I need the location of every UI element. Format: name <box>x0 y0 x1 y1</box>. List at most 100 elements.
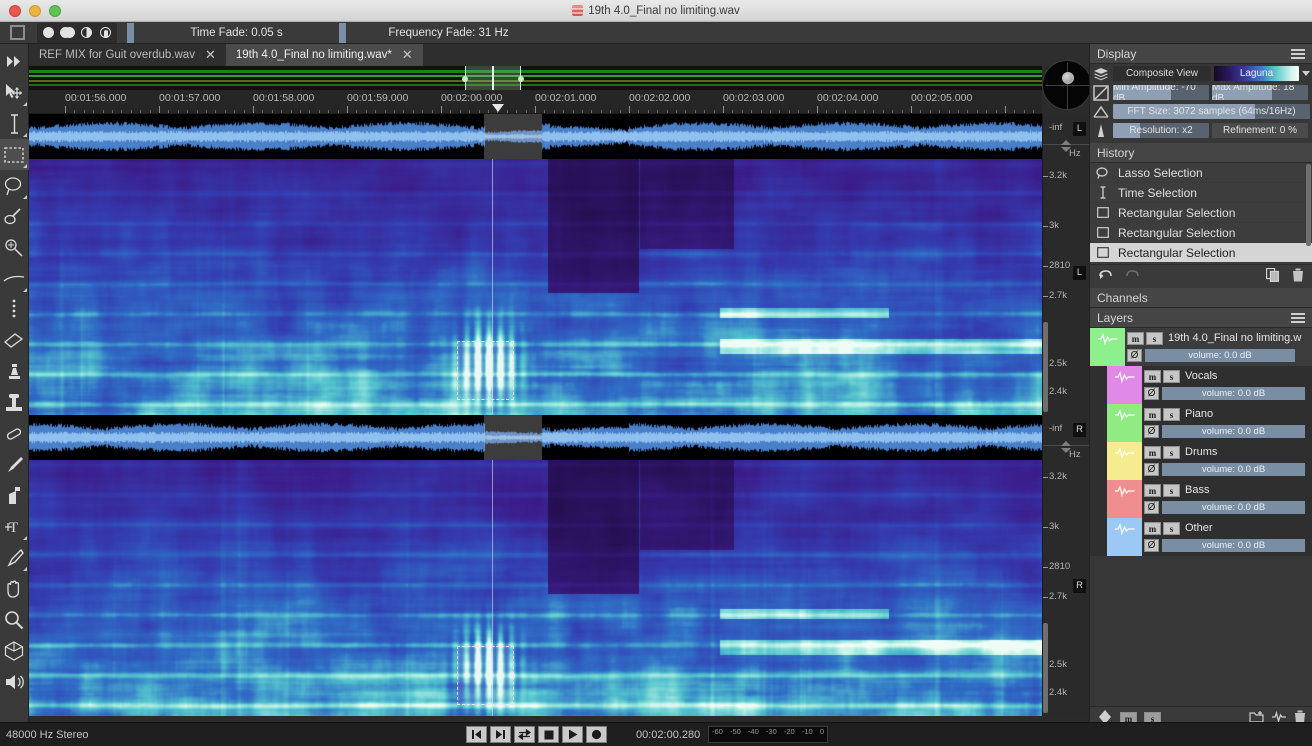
resolution-slider[interactable]: Resolution: x2 <box>1113 123 1209 138</box>
layer-mute-button[interactable]: m <box>1144 484 1161 497</box>
skip-start-icon[interactable] <box>466 726 487 743</box>
display-panel-header[interactable]: Display <box>1090 44 1312 64</box>
tab-19th-final[interactable]: 19th 4.0_Final no limiting.wav* ✕ <box>225 44 423 66</box>
layer-volume-slider[interactable]: volume: 0.0 dB <box>1162 539 1305 552</box>
layers-panel-header[interactable]: Layers <box>1090 308 1312 328</box>
layer-solo-button[interactable]: s <box>1163 522 1180 535</box>
time-selection-tool[interactable] <box>0 108 29 139</box>
layer-phase-button[interactable]: Ø <box>1144 463 1159 476</box>
spectrogram-area[interactable] <box>29 114 1042 716</box>
text-tool[interactable]: T <box>0 511 29 542</box>
overview-handle-left[interactable] <box>462 76 468 82</box>
play-icon[interactable] <box>562 726 583 743</box>
history-panel-header[interactable]: History <box>1090 143 1312 163</box>
transport-controls[interactable] <box>466 726 607 743</box>
spray-tool[interactable] <box>0 480 29 511</box>
tool-expand-corner[interactable] <box>22 133 27 137</box>
layer-color-swatch[interactable] <box>1107 404 1142 442</box>
overview-viewport-indicator[interactable] <box>465 66 521 90</box>
spectrogram-right-channel[interactable] <box>29 460 1042 716</box>
time-fade-slider-handle[interactable] <box>127 22 134 43</box>
eraser-tool[interactable] <box>0 325 29 356</box>
history-item-lasso[interactable]: Lasso Selection <box>1090 163 1312 183</box>
layer-row[interactable]: m s Other Øvolume: 0.0 dB <box>1090 518 1312 556</box>
time-fade-field[interactable]: Time Fade: 0.05 s <box>134 22 339 44</box>
frequency-scrollbar[interactable] <box>1043 322 1048 412</box>
layer-color-swatch[interactable] <box>1107 366 1142 404</box>
history-item-time-selection[interactable]: Time Selection <box>1090 183 1312 203</box>
layers-list[interactable]: m s 19th 4.0_Final no limiting.w Øvolume: 0… <box>1090 328 1312 556</box>
delete-icon[interactable] <box>1292 268 1304 285</box>
overview-handle-right[interactable] <box>518 76 524 82</box>
view-mode-row[interactable]: Composite View Laguna <box>1090 64 1312 83</box>
layer-mute-button[interactable]: m <box>1144 446 1161 459</box>
frequency-fade-slider-handle[interactable] <box>339 22 346 43</box>
tab-close-icon[interactable]: ✕ <box>402 47 413 63</box>
layer-color-swatch[interactable] <box>1107 480 1142 518</box>
layer-phase-button[interactable]: Ø <box>1144 425 1159 438</box>
document-tab-strip[interactable]: REF MIX for Guit overdub.wav ✕ 19th 4.0_… <box>29 44 1089 66</box>
layer-row[interactable]: m s Drums Øvolume: 0.0 dB <box>1090 442 1312 480</box>
harmonics-tool[interactable] <box>0 263 29 294</box>
layer-solo-button[interactable]: s <box>1163 484 1180 497</box>
3d-view-tool[interactable] <box>0 635 29 666</box>
layer-phase-button[interactable]: Ø <box>1144 539 1159 552</box>
history-scrollbar[interactable] <box>1306 164 1311 246</box>
layer-color-swatch[interactable] <box>1107 442 1142 480</box>
tool-expand-corner[interactable] <box>22 288 27 292</box>
fast-forward-tool[interactable] <box>0 46 29 77</box>
frequency-selection-tool[interactable] <box>0 232 29 263</box>
layer-mute-button[interactable]: m <box>1144 370 1161 383</box>
layers-menu-icon[interactable] <box>1291 312 1305 323</box>
selection-shape-icon[interactable] <box>10 25 25 40</box>
layer-color-swatch[interactable] <box>1090 328 1125 366</box>
tab-close-icon[interactable]: ✕ <box>205 47 216 63</box>
layer-color-swatch[interactable] <box>1107 518 1142 556</box>
history-toolbar[interactable] <box>1090 264 1312 288</box>
stamp-tool[interactable] <box>0 387 29 418</box>
resolution-row[interactable]: Resolution: x2 Refinement: 0 % <box>1090 121 1312 140</box>
layer-phase-button[interactable]: Ø <box>1144 501 1159 514</box>
frequency-scrollbar[interactable] <box>1043 623 1048 713</box>
display-menu-icon[interactable] <box>1291 48 1305 59</box>
zoom-tool[interactable] <box>0 604 29 635</box>
tool-expand-corner[interactable] <box>22 164 27 168</box>
healing-tool[interactable] <box>0 418 29 449</box>
overview-strip[interactable] <box>29 66 1042 90</box>
amplitude-row[interactable]: Min Amplitude: -70 dB Max Amplitude: 18 … <box>1090 83 1312 102</box>
magic-wand-tool[interactable] <box>0 201 29 232</box>
loop-icon[interactable] <box>514 726 535 743</box>
history-item-rect-1[interactable]: Rectangular Selection <box>1090 203 1312 223</box>
brush-half-icon[interactable] <box>78 25 95 41</box>
layer-volume-slider[interactable]: volume: 0.0 dB <box>1162 463 1305 476</box>
frequency-axis-left[interactable]: -inf L Hz 3.2k 3k 2810 L 2.7k 2.5k 2.4k <box>1042 114 1090 415</box>
undo-icon[interactable] <box>1098 269 1113 285</box>
brush-mode-group[interactable] <box>37 22 117 43</box>
waveform-left-channel[interactable] <box>29 114 1042 159</box>
hand-tool[interactable] <box>0 573 29 604</box>
tool-rail[interactable]: T <box>0 44 29 730</box>
clone-stamp-tool[interactable] <box>0 356 29 387</box>
min-amplitude-slider[interactable]: Min Amplitude: -70 dB <box>1113 85 1209 100</box>
brush-soft-icon[interactable] <box>40 25 57 41</box>
tool-expand-corner[interactable] <box>22 102 27 106</box>
stop-icon[interactable] <box>538 726 559 743</box>
brush-split-icon[interactable] <box>97 25 114 41</box>
history-list[interactable]: Lasso Selection Time Selection Rectangul… <box>1090 163 1312 264</box>
skip-end-icon[interactable] <box>490 726 511 743</box>
layer-row[interactable]: m s Bass Øvolume: 0.0 dB <box>1090 480 1312 518</box>
duplicate-icon[interactable] <box>1266 268 1280 285</box>
layer-volume-slider[interactable]: volume: 0.0 dB <box>1145 349 1295 362</box>
layer-phase-button[interactable]: Ø <box>1144 387 1159 400</box>
layer-row[interactable]: m s 19th 4.0_Final no limiting.w Øvolume: 0… <box>1090 328 1312 366</box>
record-icon[interactable] <box>586 726 607 743</box>
tool-expand-corner[interactable] <box>22 195 27 199</box>
layer-volume-slider[interactable]: volume: 0.0 dB <box>1162 387 1305 400</box>
tool-expand-corner[interactable] <box>22 536 27 540</box>
layer-row[interactable]: m s Vocals Øvolume: 0.0 dB <box>1090 366 1312 404</box>
navigator-compass[interactable] <box>1042 60 1092 110</box>
layer-volume-slider[interactable]: volume: 0.0 dB <box>1162 501 1305 514</box>
paintbrush-tool[interactable] <box>0 449 29 480</box>
move-tool[interactable] <box>0 77 29 108</box>
chevron-down-icon[interactable] <box>1302 71 1310 76</box>
